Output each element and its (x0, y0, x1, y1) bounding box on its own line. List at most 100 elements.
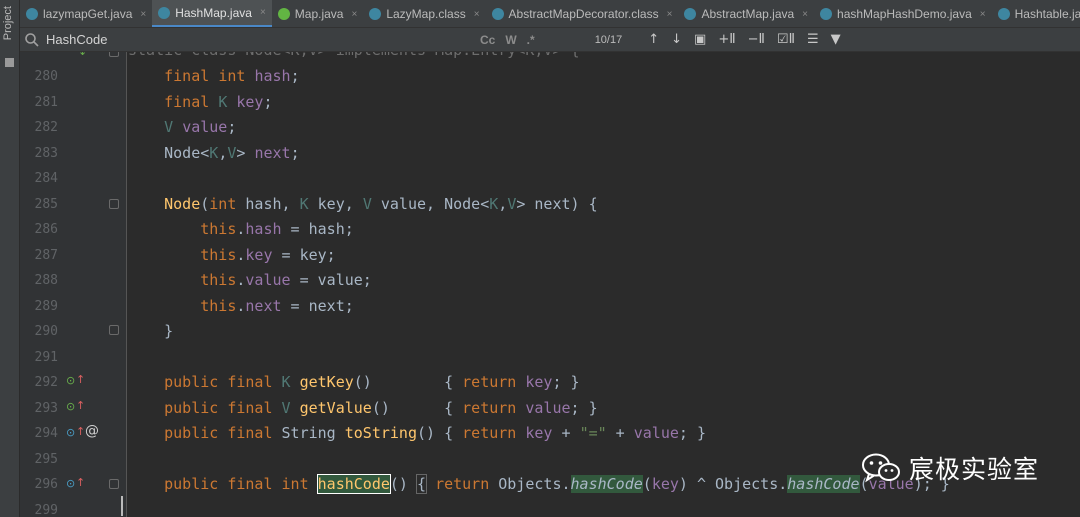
select-all-occurrences-button[interactable]: ☑Ⅱ (777, 32, 795, 47)
tab-hashtable-java[interactable]: Hashtable.java (992, 0, 1080, 27)
fold-marker[interactable] (109, 199, 119, 209)
line-number: 284 (34, 171, 58, 186)
at-icon[interactable]: @ (85, 424, 99, 438)
java-class-icon (684, 8, 697, 20)
find-input[interactable] (40, 28, 480, 51)
text-caret (121, 496, 123, 516)
override-arrow-icon[interactable]: ↑ (76, 400, 85, 412)
line-number: 288 (34, 273, 58, 288)
fold-marker[interactable] (109, 325, 119, 335)
line-number: 290 (34, 324, 58, 339)
close-icon[interactable]: × (667, 9, 673, 20)
code-line[interactable]: this.key = key; (128, 243, 1080, 268)
tab-label: lazymapGet.java (43, 7, 133, 21)
override-arrow-icon[interactable]: ↑ (76, 426, 85, 438)
close-icon[interactable]: × (140, 9, 146, 20)
override-arrow-icon[interactable]: ↑ (76, 477, 85, 489)
code-line[interactable]: public final V getValue() { return value… (128, 396, 1080, 421)
code-line[interactable]: V value; (128, 115, 1080, 140)
code-line[interactable]: this.next = next; (128, 294, 1080, 319)
line-number: 286 (34, 222, 58, 237)
line-number: 287 (34, 247, 58, 263)
code-line[interactable]: public final String toString() { return … (128, 421, 1080, 446)
add-occurrence-button[interactable]: +Ⅱ (718, 32, 735, 47)
code-line[interactable]: this.hash = hash; (128, 217, 1080, 242)
filter-options-button[interactable]: ☰ (807, 32, 819, 47)
find-bar: Cc W .* 10/17 ↑ ↓ ▣ +Ⅱ −Ⅱ ☑Ⅱ ☰ ▼ (20, 28, 1080, 52)
code-area[interactable]: static class Node<K,V> implements Map.En… (128, 52, 1080, 517)
line-number: 299 (34, 502, 58, 517)
project-tool-label[interactable]: Project (2, 6, 14, 40)
code-line-partial[interactable]: static class Node<K,V> implements Map.En… (128, 52, 1080, 63)
match-count: 10/17 (594, 33, 623, 46)
overrides-icon[interactable]: ⊙ (66, 427, 75, 439)
java-class-icon (26, 8, 38, 20)
override-arrow-icon[interactable]: ↑ (76, 374, 85, 386)
tab-lazymapget-java[interactable]: lazymapGet.java × (20, 0, 152, 27)
override-icon[interactable]: ↓ (78, 52, 87, 58)
line-number: 289 (34, 298, 58, 314)
tab-hashmaphashdemo-java[interactable]: hashMapHashDemo.java × (814, 0, 992, 27)
code-line[interactable]: final int hash; (128, 64, 1080, 89)
code-editor[interactable]: 280 281 282 283 284 285 286 287 288 289 290 291 292 2… (20, 52, 1080, 517)
code-line[interactable]: } (128, 319, 1080, 344)
implements-icon[interactable]: ⊙ (66, 375, 75, 387)
whole-words-toggle[interactable]: W (505, 33, 516, 47)
tab-map-java[interactable]: Map.java × (272, 0, 364, 27)
close-icon[interactable]: × (980, 9, 986, 20)
tab-abstractmap-java[interactable]: AbstractMap.java × (678, 0, 814, 27)
line-number: 292 (34, 375, 58, 390)
java-class-icon (820, 8, 833, 20)
next-occurrence-button[interactable]: ↓ (671, 32, 682, 47)
code-line[interactable]: public final K getKey() { return key; } (128, 370, 1080, 395)
code-line[interactable]: Node(int hash, K key, V value, Node<K,V>… (128, 192, 1080, 217)
tab-label: AbstractMapDecorator.class (508, 7, 659, 21)
code-line[interactable]: final K key; (128, 90, 1080, 115)
fold-marker[interactable] (109, 479, 119, 489)
java-class-icon (997, 8, 1010, 20)
tab-abstractmapdecorator-class[interactable]: AbstractMapDecorator.class × (486, 0, 679, 27)
code-line[interactable] (128, 498, 1080, 517)
close-icon[interactable]: × (260, 7, 266, 18)
tab-label: Map.java (294, 7, 344, 21)
project-tool-strip: Project (0, 0, 20, 517)
match-case-toggle[interactable]: Cc (480, 33, 495, 47)
code-line[interactable] (128, 345, 1080, 370)
regex-toggle[interactable]: .* (527, 33, 535, 47)
close-icon[interactable]: × (474, 9, 480, 20)
tab-label: Hashtable.java (1014, 7, 1080, 21)
overrides-icon[interactable]: ⊙ (66, 478, 75, 490)
line-number: 282 (34, 120, 58, 135)
previous-occurrence-button[interactable]: ↑ (648, 32, 659, 47)
java-class-icon (158, 6, 171, 19)
line-number: 283 (34, 145, 58, 161)
close-icon[interactable]: × (802, 9, 808, 20)
watermark: 宸极实验室 (861, 450, 1039, 486)
wechat-logo-icon (862, 453, 900, 483)
close-icon[interactable]: × (351, 9, 357, 20)
line-number: 293 (34, 400, 58, 416)
tab-label: AbstractMap.java (701, 7, 795, 21)
fold-marker[interactable] (109, 52, 119, 57)
code-line[interactable]: Node<K,V> next; (128, 141, 1080, 166)
editor-tab-bar: lazymapGet.java × HashMap.java × Map.java × La… (20, 0, 1080, 28)
tab-label: HashMap.java (175, 5, 252, 20)
line-number: 280 (34, 69, 58, 84)
line-number: 291 (34, 349, 58, 365)
tab-label: LazyMap.class (386, 7, 466, 21)
line-number: 296 (34, 477, 58, 492)
project-tool-icon[interactable] (5, 58, 14, 67)
open-in-window-button[interactable]: ▣ (694, 32, 706, 47)
code-line[interactable] (128, 166, 1080, 191)
line-number: 281 (34, 94, 58, 110)
tab-label: hashMapHashDemo.java (837, 7, 972, 21)
implements-icon[interactable]: ⊙ (66, 401, 75, 413)
code-line[interactable]: this.value = value; (128, 268, 1080, 293)
filter-icon[interactable]: ▼ (831, 32, 841, 47)
tab-hashmap-java[interactable]: HashMap.java × (152, 0, 272, 27)
line-number: 294 (34, 426, 58, 441)
editor-gutter[interactable]: 280 281 282 283 284 285 286 287 288 289 290 291 292 2… (20, 52, 127, 517)
remove-occurrence-button[interactable]: −Ⅱ (748, 32, 765, 47)
search-icon[interactable] (24, 32, 40, 48)
tab-lazymap-class[interactable]: LazyMap.class × (363, 0, 485, 27)
